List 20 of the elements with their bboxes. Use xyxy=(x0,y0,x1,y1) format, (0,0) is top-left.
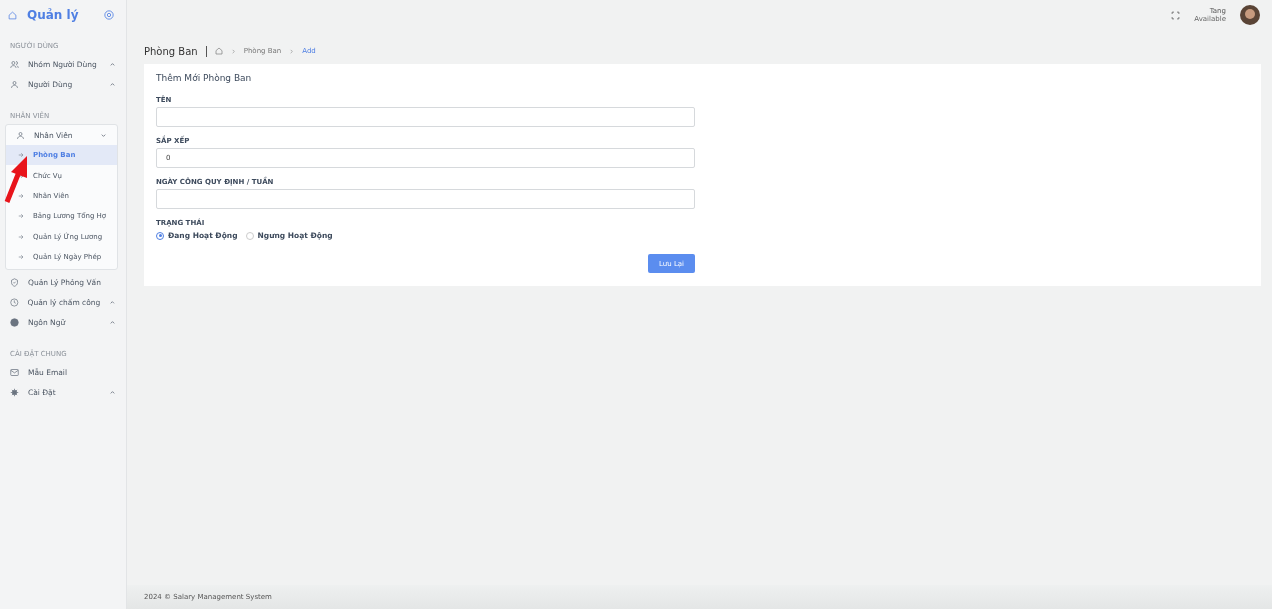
page-title: Phòng Ban xyxy=(144,45,207,57)
input-field[interactable] xyxy=(156,189,695,209)
mail-icon xyxy=(10,367,19,377)
users-icon xyxy=(10,59,19,69)
chevron-icon xyxy=(230,48,236,54)
user-icon xyxy=(16,130,25,140)
target-icon[interactable] xyxy=(104,10,114,20)
settings-icon xyxy=(10,387,19,397)
clock-icon xyxy=(10,297,19,307)
globe-icon xyxy=(10,317,19,327)
user-icon xyxy=(10,79,19,89)
shield-check-icon xyxy=(10,277,19,287)
fullscreen-icon[interactable] xyxy=(1171,10,1181,20)
app-title: Quản lý xyxy=(27,8,80,22)
chevron-icon xyxy=(289,48,295,54)
home-icon[interactable] xyxy=(214,47,223,55)
form-title: Thêm Mới Phòng Ban xyxy=(156,73,253,83)
home-icon[interactable] xyxy=(8,10,17,20)
avatar[interactable] xyxy=(1240,5,1260,25)
input-field[interactable] xyxy=(156,107,695,127)
